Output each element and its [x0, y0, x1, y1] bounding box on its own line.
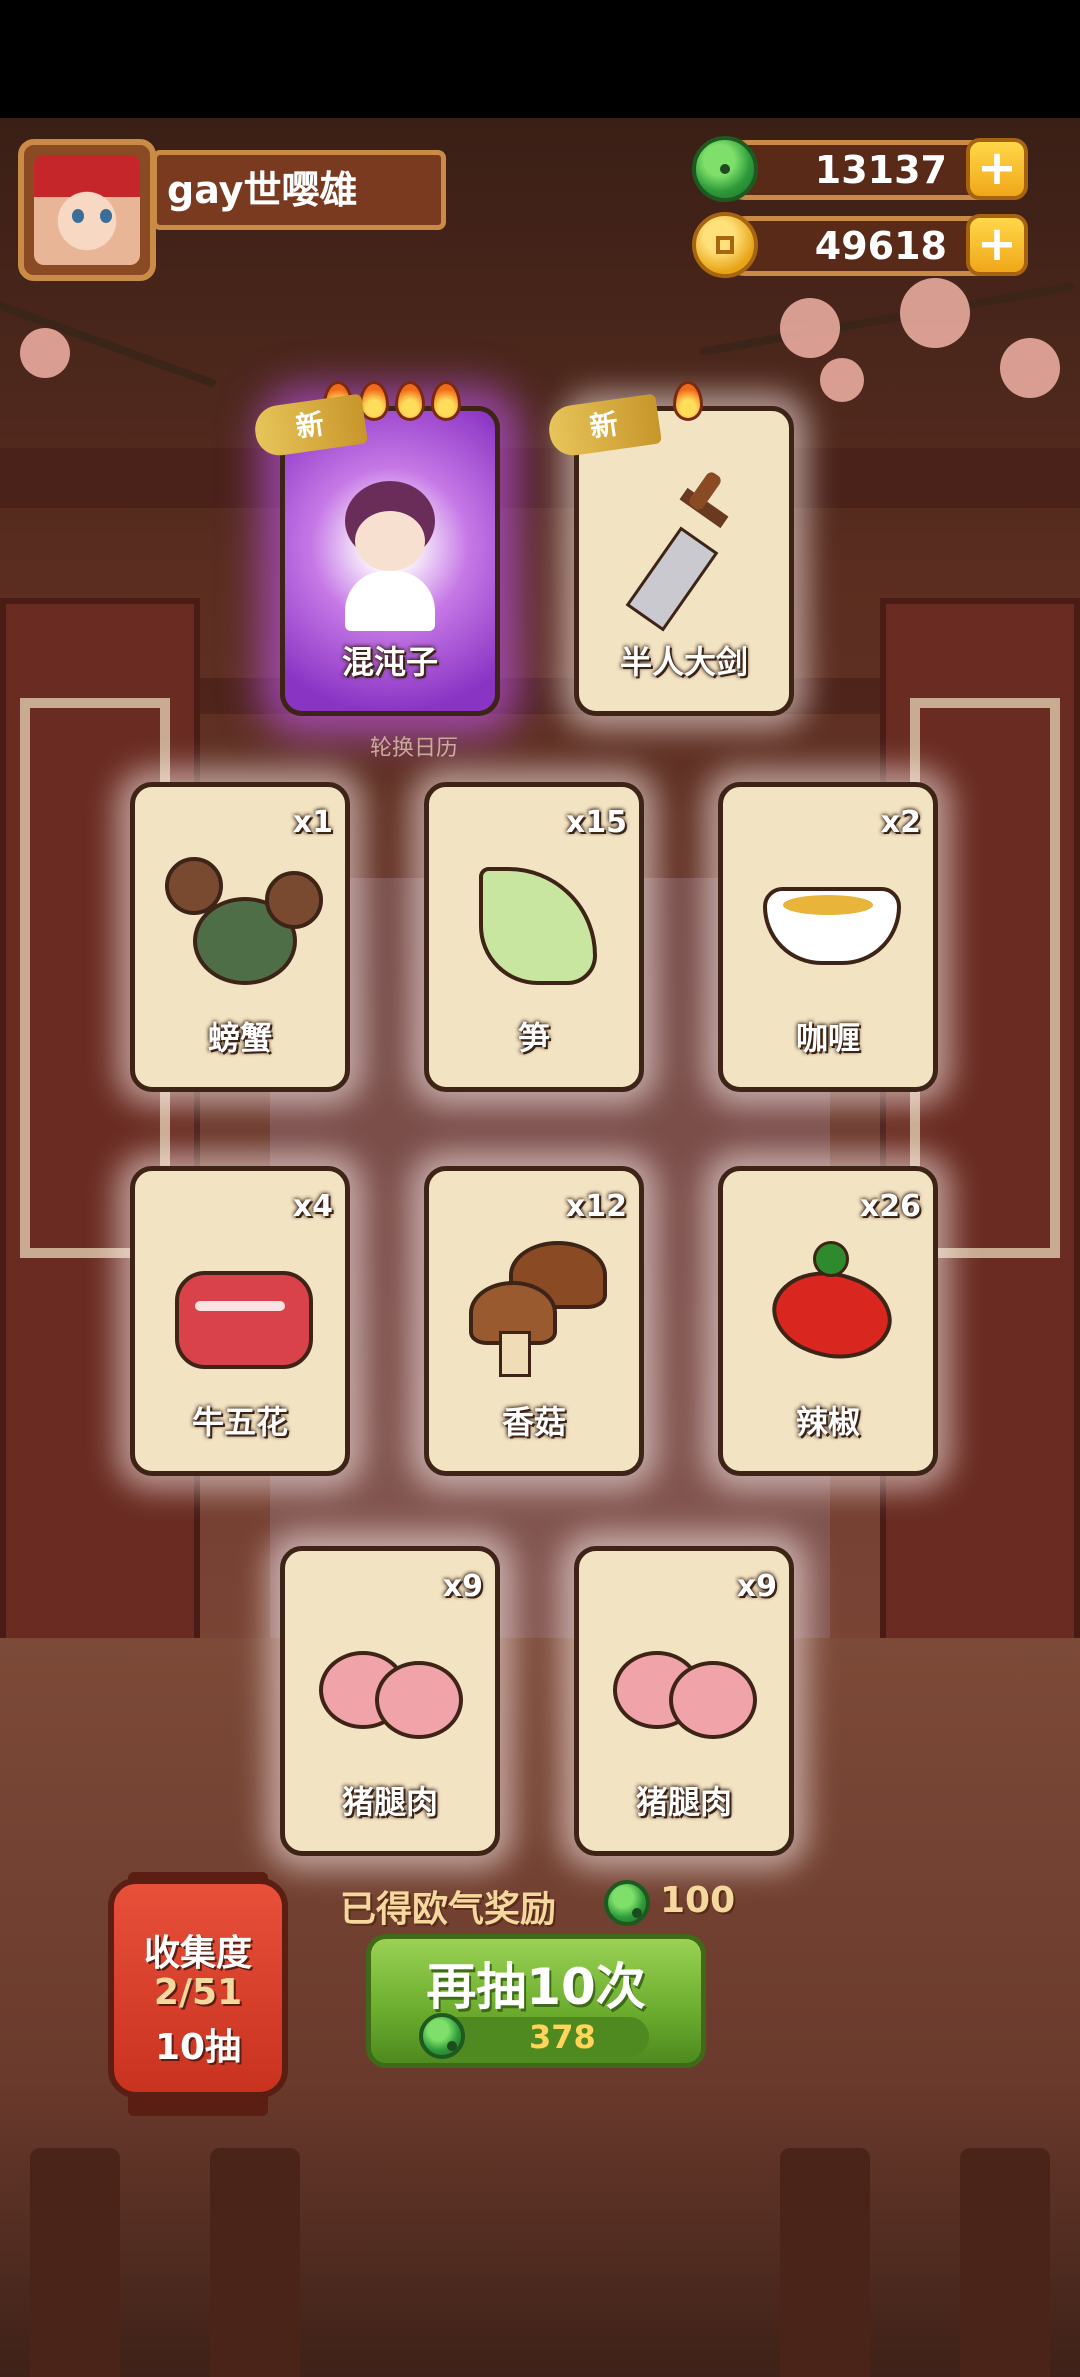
draw-cost-pill: 378 [419, 2013, 649, 2059]
avatar-portrait [34, 155, 140, 265]
add-jade-button[interactable]: + [966, 138, 1028, 200]
gravy-boat-icon [753, 847, 903, 997]
blossom [20, 328, 70, 378]
chili-icon [753, 1231, 905, 1381]
item-count: x1 [292, 805, 333, 840]
mushroom-icon [459, 1231, 609, 1381]
item-card-chili[interactable]: x26 辣椒 [718, 1166, 938, 1476]
item-name: 香菇 [501, 1403, 566, 1441]
gold-coin-icon [692, 212, 758, 278]
item-count: x2 [880, 805, 921, 840]
draw-again-button[interactable]: 再抽10次 378 [366, 1934, 706, 2068]
item-card-curry[interactable]: x2 咖喱 [718, 782, 938, 1092]
flame-icon [395, 381, 425, 421]
meat-icon [165, 1231, 315, 1381]
collection-title: 收集度 [143, 1933, 252, 1974]
railing-post [210, 2148, 300, 2377]
item-card-pork-leg[interactable]: x9 猪腿肉 [280, 1546, 500, 1856]
item-card-crab[interactable]: x1 螃蟹 [130, 782, 350, 1092]
item-count: x4 [292, 1189, 333, 1224]
player-avatar[interactable] [18, 139, 156, 281]
item-count: x12 [565, 1189, 627, 1224]
reward-value: 100 [660, 1880, 736, 1921]
add-gold-button[interactable]: + [966, 214, 1028, 276]
pork-icon [609, 1611, 759, 1761]
roof-beam [0, 448, 1080, 508]
item-name: 笋 [517, 1019, 550, 1057]
item-name: 牛五花 [191, 1403, 288, 1441]
item-card-pork-leg[interactable]: x9 猪腿肉 [574, 1546, 794, 1856]
avatar-eye [72, 209, 84, 223]
player-name: gay世嘤雄 [152, 150, 446, 230]
featured-card-hundunzi[interactable]: 新 混沌子 [252, 381, 500, 716]
rotation-calendar-label[interactable]: 轮换日历 [370, 730, 458, 762]
blossom [820, 358, 864, 402]
card-name: 混沌子 [341, 643, 438, 681]
item-name: 猪腿肉 [341, 1783, 438, 1821]
avatar-eye [100, 209, 112, 223]
blossom [780, 298, 840, 358]
jade-coin-icon [419, 2013, 465, 2059]
item-count: x26 [859, 1189, 921, 1224]
railing-post [780, 2148, 870, 2377]
item-card-beef-belly[interactable]: x4 牛五花 [130, 1166, 350, 1476]
flame-icon [673, 381, 703, 421]
flame-icon [431, 381, 461, 421]
draw-cost: 378 [529, 2018, 596, 2056]
collection-draws: 10抽 [154, 2027, 242, 2068]
blossom [1000, 338, 1060, 398]
item-card-bamboo-shoot[interactable]: x15 笋 [424, 782, 644, 1092]
jade-coin-icon [604, 1880, 650, 1926]
bamboo-shoot-icon [459, 847, 609, 997]
collection-progress: 2/51 [153, 1972, 243, 2013]
card-name: 半人大剑 [619, 643, 748, 681]
lantern-base [128, 2092, 268, 2116]
collection-lantern[interactable]: 收集度 2/51 10抽 [108, 1878, 288, 2098]
railing-post [30, 2148, 120, 2377]
crab-icon [165, 847, 323, 997]
item-name: 螃蟹 [207, 1019, 272, 1057]
item-count: x15 [565, 805, 627, 840]
blossom [900, 278, 970, 348]
reward-label: 已得欧气奖励 [340, 1889, 557, 1930]
draw-button-label: 再抽10次 [426, 1958, 646, 2016]
pork-icon [315, 1611, 465, 1761]
featured-card-sword[interactable]: 新 半人大剑 [546, 381, 794, 716]
item-count: x9 [736, 1569, 777, 1604]
item-name: 辣椒 [795, 1403, 860, 1441]
jade-coin-icon [692, 136, 758, 202]
item-name: 猪腿肉 [635, 1783, 732, 1821]
sword-icon [609, 470, 759, 632]
railing-post [960, 2148, 1050, 2377]
character-portrait-icon [315, 471, 465, 631]
item-card-shiitake[interactable]: x12 香菇 [424, 1166, 644, 1476]
item-count: x9 [442, 1569, 483, 1604]
item-name: 咖喱 [795, 1019, 860, 1057]
